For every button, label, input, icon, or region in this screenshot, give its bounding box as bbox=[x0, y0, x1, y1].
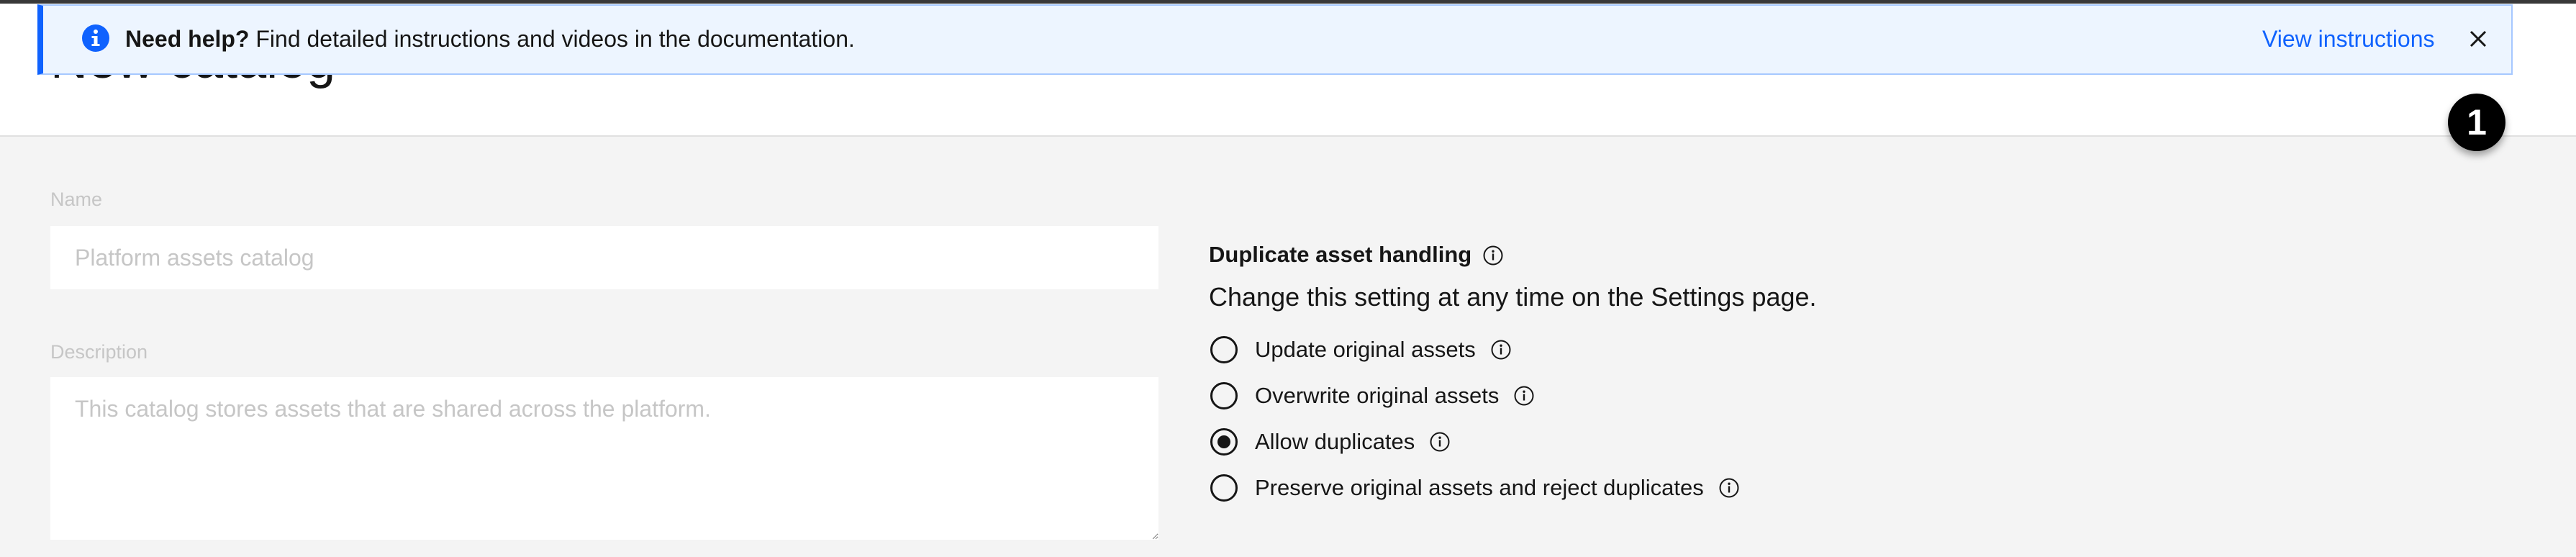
radio-button[interactable] bbox=[1210, 474, 1238, 502]
step-badge: 1 bbox=[2448, 94, 2505, 151]
info-tooltip-icon[interactable] bbox=[1429, 431, 1451, 453]
duplicate-handling-title: Duplicate asset handling bbox=[1209, 242, 1472, 267]
info-tooltip-icon[interactable] bbox=[1513, 385, 1535, 407]
description-label: Description bbox=[50, 341, 148, 363]
radio-button[interactable] bbox=[1210, 336, 1238, 363]
name-label: Name bbox=[50, 189, 103, 210]
duplicate-handling-subtitle: Change this setting at any time on the S… bbox=[1209, 282, 1817, 312]
top-border bbox=[0, 0, 2576, 4]
radio-label: Allow duplicates bbox=[1255, 429, 1415, 454]
close-icon[interactable] bbox=[2465, 26, 2491, 52]
radio-label: Preserve original assets and reject dupl… bbox=[1255, 475, 1704, 500]
info-tooltip-icon[interactable] bbox=[1490, 339, 1512, 361]
radio-overwrite-original[interactable]: Overwrite original assets bbox=[1210, 380, 1535, 412]
radio-button-selected[interactable] bbox=[1210, 428, 1238, 456]
info-icon bbox=[82, 24, 109, 52]
info-tooltip-icon[interactable] bbox=[1482, 245, 1504, 266]
description-textarea[interactable] bbox=[50, 377, 1158, 540]
radio-update-original[interactable]: Update original assets bbox=[1210, 334, 1512, 366]
radio-label: Update original assets bbox=[1255, 337, 1476, 362]
radio-allow-duplicates[interactable]: Allow duplicates bbox=[1210, 426, 1451, 458]
notification-lead: Need help? bbox=[125, 26, 250, 52]
name-input[interactable] bbox=[50, 226, 1158, 289]
radio-button[interactable] bbox=[1210, 382, 1238, 409]
radio-preserve-reject[interactable]: Preserve original assets and reject dupl… bbox=[1210, 472, 1740, 504]
radio-label: Overwrite original assets bbox=[1255, 383, 1500, 408]
view-instructions-link[interactable]: View instructions bbox=[2262, 26, 2435, 53]
notification-message: Find detailed instructions and videos in… bbox=[249, 26, 855, 52]
notification-text: Need help? Find detailed instructions an… bbox=[125, 26, 855, 53]
help-notification: Need help? Find detailed instructions an… bbox=[37, 4, 2513, 75]
info-tooltip-icon[interactable] bbox=[1718, 477, 1740, 499]
